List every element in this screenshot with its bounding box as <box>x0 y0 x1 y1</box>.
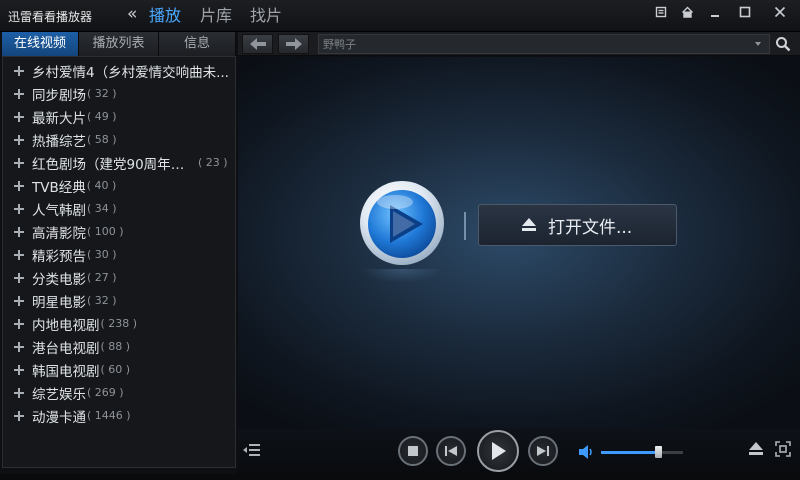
category-item[interactable]: 港台电视剧( 88 ) <box>3 335 235 358</box>
collapse-sidebar-icon[interactable]: « <box>127 5 137 23</box>
control-bar <box>238 429 800 474</box>
sidebar-tabs: 在线视频 播放列表 信息 <box>2 32 236 56</box>
close-icon[interactable] <box>769 2 791 22</box>
next-icon <box>537 446 549 456</box>
tab-library[interactable]: 片库 <box>200 5 232 27</box>
eject-icon[interactable] <box>748 442 764 456</box>
search-box <box>318 34 770 54</box>
volume-knob[interactable] <box>655 446 662 458</box>
expand-plus-icon[interactable] <box>14 226 24 237</box>
search-icon[interactable] <box>775 36 791 52</box>
stop-icon <box>408 446 418 456</box>
play-icon <box>492 442 506 460</box>
title-bar: 迅雷看看播放器 « 播放 片库 找片 <box>0 0 800 32</box>
category-item[interactable]: 明星电影( 32 ) <box>3 289 235 312</box>
stop-button[interactable] <box>398 436 428 466</box>
back-button[interactable] <box>242 34 273 54</box>
tab-play[interactable]: 播放 <box>149 5 181 27</box>
category-item[interactable]: 同步剧场( 32 ) <box>3 82 235 105</box>
previous-icon <box>445 446 457 456</box>
fullscreen-icon[interactable] <box>775 441 791 457</box>
expand-plus-icon[interactable] <box>14 341 24 352</box>
arrow-right-icon <box>285 38 302 50</box>
open-file-label: 打开文件... <box>548 217 633 238</box>
expand-plus-icon[interactable] <box>14 157 24 168</box>
maximize-icon[interactable] <box>734 2 756 22</box>
tab-online-video[interactable]: 在线视频 <box>2 32 79 56</box>
play-button[interactable] <box>477 430 519 472</box>
player-logo-icon[interactable] <box>359 180 445 266</box>
category-item[interactable]: 乡村爱情4（乡村爱情交响曲未... <box>3 59 235 82</box>
nav-bar <box>238 32 800 56</box>
tab-info[interactable]: 信息 <box>159 32 236 56</box>
expand-plus-icon[interactable] <box>14 295 24 306</box>
expand-plus-icon[interactable] <box>14 272 24 283</box>
expand-plus-icon[interactable] <box>14 134 24 145</box>
category-item[interactable]: 高清影院( 100 ) <box>3 220 235 243</box>
category-item[interactable]: 热播综艺( 58 ) <box>3 128 235 151</box>
tab-find[interactable]: 找片 <box>250 5 282 27</box>
expand-plus-icon[interactable] <box>14 387 24 398</box>
category-item[interactable]: 内地电视剧( 238 ) <box>3 312 235 335</box>
category-item[interactable]: 人气韩剧( 34 ) <box>3 197 235 220</box>
video-area[interactable]: 打开文件... <box>238 57 800 429</box>
expand-plus-icon[interactable] <box>14 65 24 76</box>
category-list: 乡村爱情4（乡村爱情交响曲未... 同步剧场( 32 ) 最新大片( 49 ) … <box>2 56 236 468</box>
dropdown-arrow-icon[interactable] <box>755 42 761 46</box>
app-title: 迅雷看看播放器 <box>8 10 93 24</box>
category-item[interactable]: 韩国电视剧( 60 ) <box>3 358 235 381</box>
expand-plus-icon[interactable] <box>14 249 24 260</box>
expand-plus-icon[interactable] <box>14 88 24 99</box>
category-item[interactable]: 精彩预告( 30 ) <box>3 243 235 266</box>
minimize-icon[interactable] <box>704 2 726 22</box>
previous-button[interactable] <box>436 436 466 466</box>
volume-fill <box>601 451 658 454</box>
expand-plus-icon[interactable] <box>14 180 24 191</box>
tab-playlist[interactable]: 播放列表 <box>79 32 159 56</box>
next-button[interactable] <box>528 436 558 466</box>
divider <box>464 212 466 240</box>
expand-plus-icon[interactable] <box>14 203 24 214</box>
open-file-button[interactable]: 打开文件... <box>478 204 677 246</box>
eject-icon <box>522 218 536 231</box>
expand-plus-icon[interactable] <box>14 364 24 375</box>
menu-icon[interactable] <box>650 2 672 22</box>
expand-plus-icon[interactable] <box>14 111 24 122</box>
category-item[interactable]: 红色剧场（建党90周年献...( 23 ) <box>3 151 235 174</box>
category-item[interactable]: 动漫卡通( 1446 ) <box>3 404 235 427</box>
category-item[interactable]: TVB经典( 40 ) <box>3 174 235 197</box>
bottom-border <box>0 474 800 480</box>
forward-button[interactable] <box>278 34 309 54</box>
playlist-toggle-icon[interactable] <box>243 443 261 457</box>
volume-slider[interactable] <box>601 446 683 458</box>
expand-plus-icon[interactable] <box>14 410 24 421</box>
home-icon[interactable] <box>676 2 698 22</box>
category-item[interactable]: 分类电影( 27 ) <box>3 266 235 289</box>
search-input[interactable] <box>323 36 743 52</box>
category-item[interactable]: 综艺娱乐( 269 ) <box>3 381 235 404</box>
expand-plus-icon[interactable] <box>14 318 24 329</box>
arrow-left-icon <box>249 38 266 50</box>
category-item[interactable]: 最新大片( 49 ) <box>3 105 235 128</box>
logo-reflection <box>359 269 445 299</box>
volume-icon[interactable] <box>579 445 595 459</box>
